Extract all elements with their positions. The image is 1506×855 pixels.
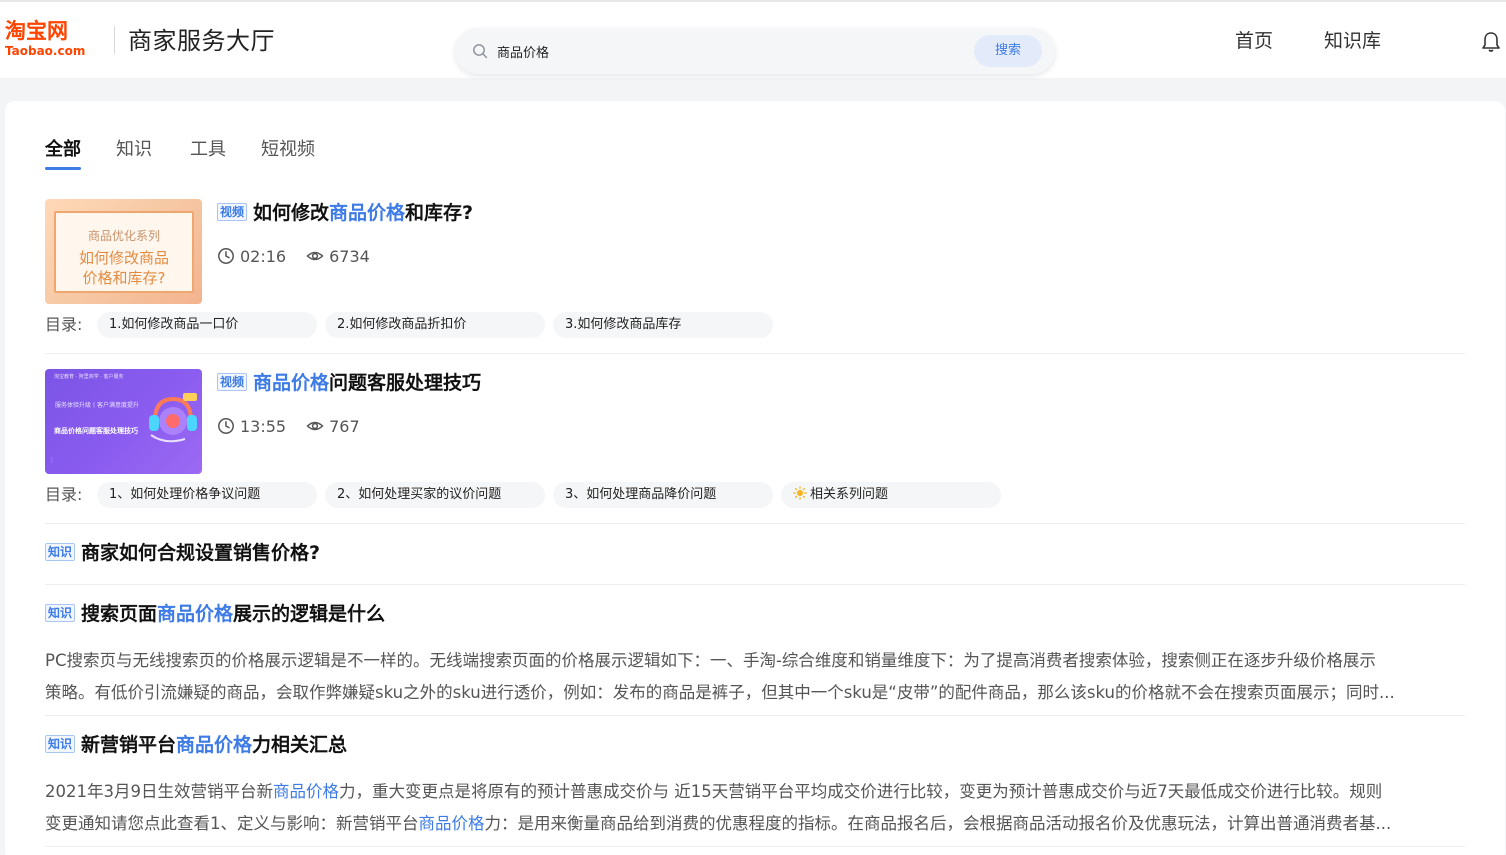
search-bar: 搜索 [455, 28, 1055, 74]
tab-tools[interactable]: 工具 [190, 137, 226, 163]
taobao-logo[interactable]: 淘宝网 Taobao.com [5, 18, 105, 64]
video-meta: 13:55 767 [217, 416, 360, 438]
video-duration: 02:16 [240, 247, 287, 266]
toc-chip[interactable]: 2、如何处理买家的议价问题 [325, 482, 545, 508]
video-result: 淘宝教育 · 阿里商学 · 客户服务 服务体验升级丨客户满意度提升 商品价格问题… [45, 369, 1465, 509]
divider [45, 584, 1465, 585]
toc-label: 目录: [45, 315, 83, 334]
logo-en-text: Taobao.com [5, 44, 86, 58]
logo-divider [114, 26, 115, 54]
search-icon [473, 44, 488, 59]
knowledge-badge: 知识 [45, 735, 76, 753]
header: 淘宝网 Taobao.com 商家服务大厅 搜索 首页 知识库 [0, 2, 1506, 78]
headset-icon [149, 393, 197, 443]
results-panel: 全部 知识 工具 短视频 商品优化系列 如何修改商品 价格和库存? 视频 如何修改商… [5, 101, 1505, 855]
clock-icon [218, 248, 234, 264]
result-title[interactable]: 视频 如何修改商品价格和库存? [217, 200, 473, 226]
video-badge: 视频 [217, 203, 248, 221]
video-thumbnail[interactable]: 淘宝教育 · 阿里商学 · 客户服务 服务体验升级丨客户满意度提升 商品价格问题… [45, 369, 202, 474]
knowledge-result: 知识 商家如何合规设置销售价格? [45, 540, 1465, 570]
site-title: 商家服务大厅 [128, 27, 275, 55]
result-snippet: PC搜索页与无线搜索页的价格展示逻辑是不一样的。无线端搜索页面的价格展示逻辑如下… [45, 651, 1395, 702]
toc-chip[interactable]: 3、如何处理商品降价问题 [553, 482, 773, 508]
video-badge: 视频 [217, 373, 248, 391]
video-views: 6734 [329, 247, 370, 266]
search-button[interactable]: 搜索 [974, 35, 1042, 67]
video-duration: 13:55 [240, 417, 287, 436]
thumbnail-series: 商品优化系列 [87, 229, 160, 243]
logo-cn-text: 淘宝网 [5, 19, 68, 43]
toc-chip[interactable]: 2.如何修改商品折扣价 [325, 312, 545, 338]
search-input[interactable] [497, 38, 957, 64]
toc-chip[interactable]: 1、如何处理价格争议问题 [97, 482, 317, 508]
thumbnail-card: 商品优化系列 如何修改商品 价格和库存? [54, 211, 194, 293]
eye-icon [306, 421, 324, 431]
knowledge-result: 知识 搜索页面商品价格展示的逻辑是什么 PC搜索页与无线搜索页的价格展示逻辑是不一… [45, 601, 1465, 711]
video-meta: 02:16 6734 [217, 246, 370, 268]
video-thumbnail[interactable]: 商品优化系列 如何修改商品 价格和库存? [45, 199, 202, 304]
tab-knowledge[interactable]: 知识 [116, 137, 152, 163]
thumbnail-title: 商品价格问题客服处理技巧 [54, 427, 138, 435]
divider [45, 715, 1465, 716]
divider [45, 523, 1465, 524]
nav-knowledge-base[interactable]: 知识库 [1324, 26, 1381, 56]
result-title[interactable]: 知识 新营销平台商品价格力相关汇总 [45, 732, 347, 758]
result-title[interactable]: 知识 商家如何合规设置销售价格? [45, 540, 320, 566]
divider [45, 353, 1465, 354]
tab-active-indicator [45, 167, 81, 170]
nav-home[interactable]: 首页 [1235, 26, 1273, 56]
result-snippet: 2021年3月9日生效营销平台新商品价格力，重大变更点是将原有的预计普惠成交价与… [45, 782, 1392, 833]
bell-icon[interactable] [1481, 31, 1501, 53]
video-views: 767 [329, 417, 360, 436]
video-result: 商品优化系列 如何修改商品 价格和库存? 视频 如何修改商品价格和库存? 02:16… [45, 199, 1465, 339]
tab-all[interactable]: 全部 [45, 137, 81, 163]
result-title[interactable]: 知识 搜索页面商品价格展示的逻辑是什么 [45, 601, 385, 627]
eye-icon [306, 251, 324, 261]
sun-icon [793, 486, 807, 500]
toc-label: 目录: [45, 485, 83, 504]
knowledge-result: 知识 新营销平台商品价格力相关汇总 2021年3月9日生效营销平台新商品价格力，重… [45, 732, 1465, 842]
tab-short-video[interactable]: 短视频 [261, 137, 315, 163]
thumbnail-title: 如何修改商品 价格和库存? [78, 249, 169, 287]
knowledge-badge: 知识 [45, 543, 76, 561]
result-title[interactable]: 视频 商品价格问题客服处理技巧 [217, 370, 481, 396]
divider [45, 846, 1465, 847]
toc-chip[interactable]: 3.如何修改商品库存 [553, 312, 773, 338]
toc-chip[interactable]: 1.如何修改商品一口价 [97, 312, 317, 338]
clock-icon [218, 418, 234, 434]
toc-chip-related[interactable]: 相关系列问题 [781, 482, 1001, 508]
knowledge-badge: 知识 [45, 604, 76, 622]
thumbnail-logos: 淘宝教育 · 阿里商学 · 客户服务 [54, 374, 124, 380]
thumbnail-dots: ⋮ [49, 457, 55, 464]
thumbnail-subtitle: 服务体验升级丨客户满意度提升 [55, 402, 140, 409]
